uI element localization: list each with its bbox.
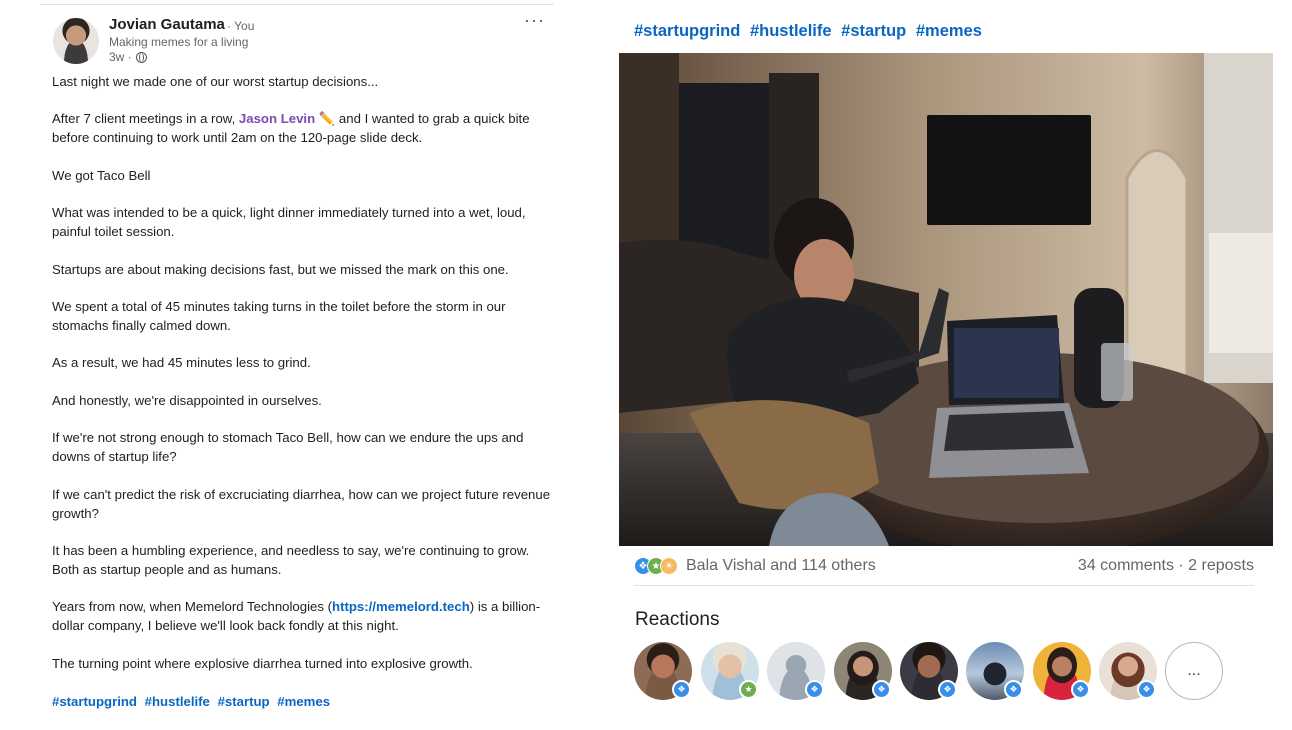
post-paragraph: If we're not strong enough to stomach Ta…	[52, 430, 524, 465]
like-badge-icon: ❖	[1071, 680, 1090, 699]
post-top-divider	[40, 4, 554, 5]
post-photo[interactable]	[619, 53, 1273, 546]
author-name[interactable]: Jovian Gautama	[109, 16, 225, 33]
post-paragraph: After 7 client meetings in a row, Jason …	[52, 109, 552, 147]
more-reactors-button[interactable]: ...	[1165, 642, 1223, 700]
post-text: After 7 client meetings in a row,	[52, 111, 239, 127]
panel-hashtags: #startupgrind #hustlelife #startup #meme…	[634, 22, 987, 41]
celebrate-badge-icon: ★	[739, 680, 758, 699]
social-counts: ❖ ★ ☀ Bala Vishal and 114 others 34 comm…	[634, 556, 1254, 578]
reactions-title: Reactions	[635, 609, 720, 630]
photo-scene	[619, 53, 1273, 546]
comments-reposts-count[interactable]: 34 comments · 2 reposts	[1078, 557, 1254, 575]
post-paragraph: We got Taco Bell	[52, 167, 151, 183]
reactions-divider	[634, 585, 1254, 586]
reactor-avatars: ❖ ★ ❖ ❖ ❖ ❖ ❖ ❖ ...	[634, 642, 1234, 700]
like-badge-icon: ❖	[1137, 680, 1156, 699]
hashtag-link[interactable]: #startupgrind	[52, 694, 137, 709]
post-paragraph: Years from now, when Memelord Technologi…	[52, 597, 552, 635]
post-paragraph: Startups are about making decisions fast…	[52, 261, 509, 277]
hashtag-link[interactable]: #startup	[841, 22, 906, 40]
like-badge-icon: ❖	[938, 680, 957, 699]
hashtag-link[interactable]: #hustlelife	[145, 694, 210, 709]
reactor-avatar[interactable]: ❖	[1033, 642, 1091, 700]
post-hashtags: #startupgrind #hustlelife #startup #meme…	[52, 694, 334, 709]
reactor-avatar[interactable]: ❖	[1099, 642, 1157, 700]
hashtag-link[interactable]: #startupgrind	[634, 22, 740, 40]
hashtag-link[interactable]: #hustlelife	[750, 22, 832, 40]
post-paragraph: As a result, we had 45 minutes less to g…	[52, 355, 311, 371]
post-time: 3w ·	[109, 50, 132, 64]
globe-icon	[135, 51, 147, 63]
post-paragraph: We spent a total of 45 minutes taking tu…	[52, 298, 506, 333]
post-body: Last night we made one of our worst star…	[52, 72, 552, 691]
hashtag-link[interactable]: #startup	[218, 694, 270, 709]
post-text: Years from now, when Memelord Technologi…	[52, 599, 333, 615]
post-meta: 3w ·	[109, 50, 147, 64]
mention-link[interactable]: Jason Levin	[239, 111, 315, 126]
like-badge-icon: ❖	[672, 680, 691, 699]
hashtag-link[interactable]: #memes	[277, 694, 330, 709]
more-options-button[interactable]: ···	[524, 10, 545, 31]
reactor-avatar[interactable]: ❖	[966, 642, 1024, 700]
hashtag-link[interactable]: #memes	[916, 22, 982, 40]
post-paragraph: The turning point where explosive diarrh…	[52, 655, 473, 671]
post-paragraph: What was intended to be a quick, light d…	[52, 205, 526, 240]
reactor-avatar[interactable]: ❖	[634, 642, 692, 700]
author-tagline: Making memes for a living	[109, 35, 249, 49]
reactor-avatar[interactable]: ❖	[834, 642, 892, 700]
like-badge-icon: ❖	[1004, 680, 1023, 699]
post-paragraph: If we can't predict the risk of excrucia…	[52, 486, 551, 521]
author-you-label: · You	[227, 19, 255, 33]
like-badge-icon: ❖	[872, 680, 891, 699]
post-card: Jovian Gautama · You Making memes for a …	[40, 0, 554, 730]
reactor-avatar[interactable]: ★	[701, 642, 759, 700]
author-avatar[interactable]	[53, 18, 99, 64]
pencil-emoji-icon: ✏️	[318, 111, 336, 127]
website-link[interactable]: https://memelord.tech	[332, 599, 470, 614]
reactor-avatar[interactable]: ❖	[767, 642, 825, 700]
post-paragraph: It has been a humbling experience, and n…	[52, 542, 530, 577]
reactor-avatar[interactable]: ❖	[900, 642, 958, 700]
post-paragraph: And honestly, we're disappointed in ours…	[52, 392, 322, 408]
post-paragraph: Last night we made one of our worst star…	[52, 74, 379, 89]
like-badge-icon: ❖	[805, 680, 824, 699]
reaction-icon-stack[interactable]: ❖ ★ ☀	[634, 557, 684, 575]
reactors-summary[interactable]: Bala Vishal and 114 others	[686, 557, 876, 575]
insightful-icon: ☀	[660, 557, 678, 575]
